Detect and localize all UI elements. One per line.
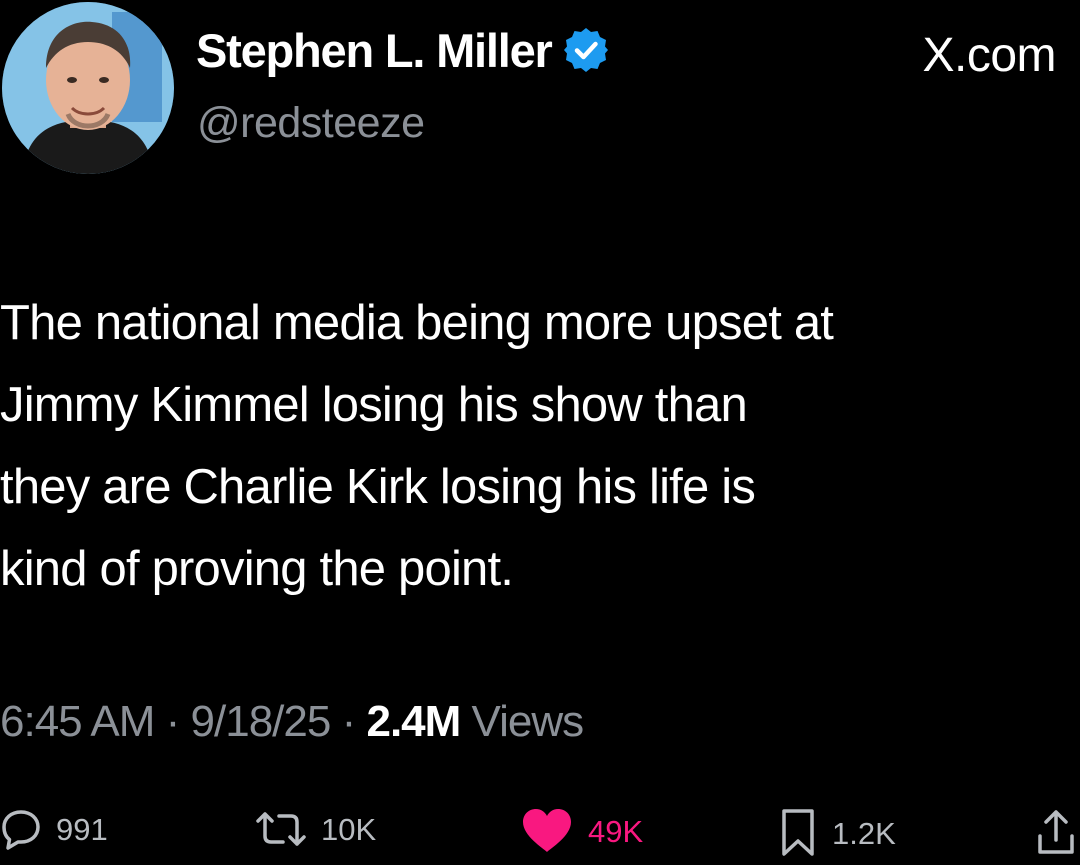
verified-badge-icon (563, 28, 608, 72)
tweet-time[interactable]: 6:45 AM (0, 697, 155, 746)
views-count: 2.4M (366, 697, 461, 746)
avatar[interactable] (2, 2, 174, 174)
tweet-date[interactable]: 9/18/25 (191, 697, 332, 746)
bookmark-count: 1.2K (832, 815, 896, 851)
reply-icon (2, 810, 40, 850)
repost-icon (256, 812, 306, 846)
share-button[interactable] (1036, 808, 1076, 856)
bookmark-button[interactable]: 1.2K (778, 808, 896, 858)
meta-separator: · (330, 697, 367, 746)
avatar-image (2, 2, 174, 174)
author-handle[interactable]: @redsteeze (197, 102, 425, 145)
action-bar: 991 10K 49K 1.2K (0, 808, 1080, 865)
author-row: Stephen L. Miller (196, 26, 610, 74)
tweet-text: The national media being more upset at J… (0, 296, 834, 596)
views-label: Views (460, 697, 585, 746)
author-name[interactable]: Stephen L. Miller (196, 27, 553, 74)
reply-count: 991 (56, 811, 108, 847)
like-count: 49K (588, 813, 644, 849)
repost-count: 10K (321, 811, 377, 847)
repost-button[interactable]: 10K (255, 808, 376, 850)
bookmark-icon (782, 809, 814, 856)
meta-separator: · (154, 697, 191, 746)
like-button[interactable]: 49K (520, 808, 643, 854)
heart-icon (523, 809, 571, 852)
tweet-meta: 6:45 AM · 9/18/25 · 2.4M Views (0, 697, 585, 746)
source-label: X.com (922, 29, 1056, 82)
reply-button[interactable]: 991 (0, 808, 108, 850)
share-icon (1038, 810, 1074, 854)
